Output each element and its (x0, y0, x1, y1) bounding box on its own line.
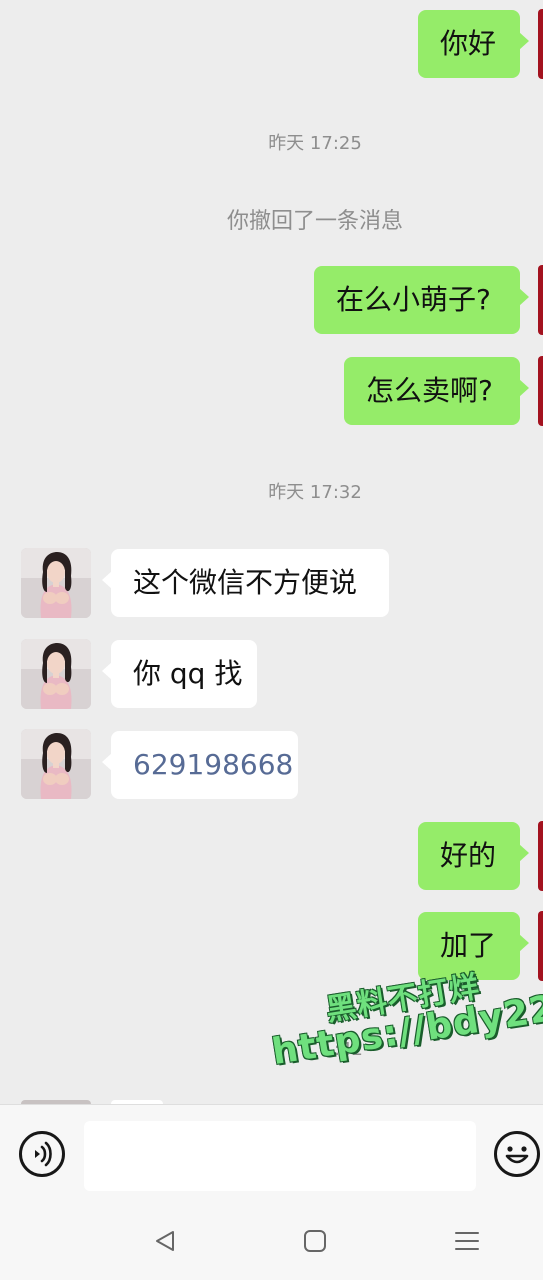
contact-avatar[interactable] (21, 639, 91, 709)
chat-input-bar (0, 1104, 543, 1204)
emoji-button[interactable] (494, 1131, 540, 1177)
message-text: 怎么卖啊? (366, 374, 493, 407)
message-bubble-incoming-link[interactable]: 629198668 (102, 731, 298, 799)
message-link-text[interactable]: 629198668 (133, 748, 293, 781)
contact-avatar[interactable] (21, 729, 91, 799)
system-nav-bar (0, 1204, 543, 1280)
self-avatar[interactable] (538, 821, 543, 891)
voice-icon (35, 1141, 52, 1167)
self-avatar[interactable] (538, 265, 543, 335)
message-input[interactable] (84, 1121, 476, 1191)
message-bubble-incoming[interactable]: 这个微信不方便说 (102, 549, 389, 617)
self-avatar[interactable] (538, 356, 543, 426)
timestamp: 昨天 17:25 (268, 133, 362, 154)
message-text: 你好 (440, 27, 497, 60)
home-square-icon (304, 1230, 326, 1252)
message-bubble-outgoing[interactable]: 好的 (418, 822, 529, 890)
contact-avatar[interactable] (21, 548, 91, 618)
message-text: 你 qq 找 (133, 657, 243, 690)
chat-area[interactable]: 你好 昨天 17:25 你撤回了一条消息 在么小萌子? 怎么卖啊? 昨天 17:… (0, 0, 543, 1104)
message-bubble-incoming[interactable]: 你 qq 找 (102, 640, 257, 708)
back-triangle-icon (156, 1231, 174, 1251)
message-text: 在么小萌子? (336, 283, 491, 316)
nav-menu-button[interactable] (452, 1226, 482, 1256)
message-bubble-outgoing[interactable]: 怎么卖啊? (344, 357, 529, 425)
menu-lines-icon (455, 1232, 479, 1250)
message-text: 这个微信不方便说 (133, 566, 358, 599)
voice-button[interactable] (19, 1131, 65, 1177)
timestamp: 昨天 17:32 (268, 482, 362, 503)
recall-notice: 你撤回了一条消息 (226, 209, 403, 234)
emoji-icon (505, 1146, 529, 1164)
self-avatar[interactable] (538, 9, 543, 79)
watermark: 黑料不打烊 https://bdy22.co (250, 928, 543, 1084)
nav-back-button[interactable] (151, 1226, 181, 1256)
nav-home-button[interactable] (300, 1226, 330, 1256)
message-bubble-outgoing[interactable]: 在么小萌子? (314, 266, 529, 334)
message-text: 好的 (440, 839, 497, 872)
message-bubble-outgoing[interactable]: 你好 (418, 10, 529, 78)
